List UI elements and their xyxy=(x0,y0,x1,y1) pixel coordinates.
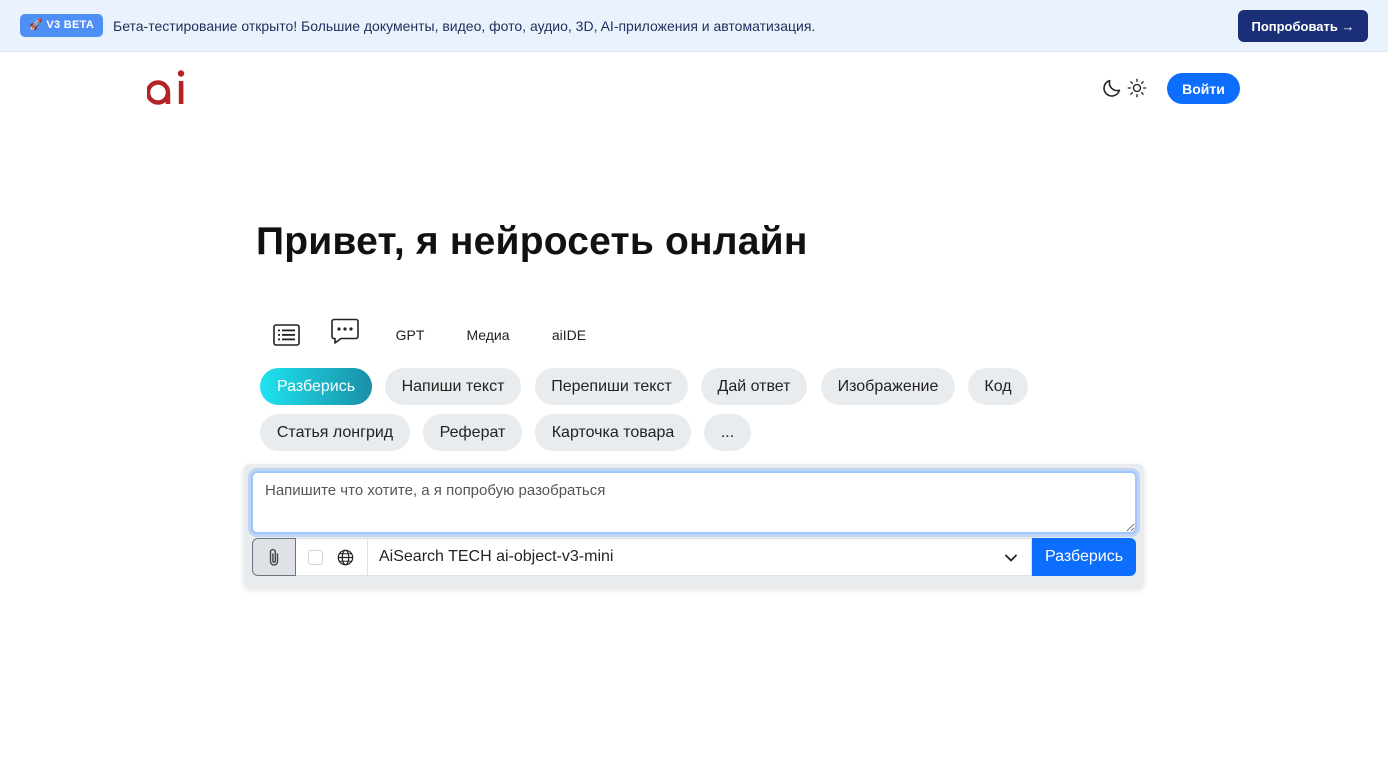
banner-text: Бета-тестирование открыто! Большие докум… xyxy=(113,18,816,34)
chat-bubble-icon xyxy=(331,318,359,344)
beta-banner: 🚀 V3 BETA Бета-тестирование открыто! Бол… xyxy=(0,0,1388,52)
globe-icon[interactable] xyxy=(337,549,354,566)
chip-referat[interactable]: Реферат xyxy=(423,414,522,451)
paperclip-icon xyxy=(269,548,279,566)
chip-izobrazhenie[interactable]: Изображение xyxy=(821,368,955,405)
model-select-value: AiSearch TECH ai-object-v3-mini xyxy=(379,548,614,565)
model-select[interactable]: AiSearch TECH ai-object-v3-mini xyxy=(367,538,1032,576)
tab-gpt[interactable]: GPT xyxy=(390,318,430,352)
tab-chat[interactable] xyxy=(329,314,361,348)
chip-dai-otvet[interactable]: Дай ответ xyxy=(701,368,807,405)
chip-kod[interactable]: Код xyxy=(968,368,1028,405)
tab-list[interactable] xyxy=(270,318,302,352)
login-button[interactable]: Войти xyxy=(1167,73,1240,104)
web-search-checkbox[interactable] xyxy=(308,550,323,565)
chip-more[interactable]: ... xyxy=(704,414,751,451)
tab-aiide[interactable]: aiIDE xyxy=(547,318,591,352)
chip-perepishi-tekst[interactable]: Перепиши текст xyxy=(535,368,688,405)
tab-media[interactable]: Медиа xyxy=(462,318,514,352)
web-search-toggle-group xyxy=(296,538,367,576)
beta-badge: 🚀 V3 BETA xyxy=(20,14,104,37)
chevron-down-icon xyxy=(1005,554,1017,562)
moon-icon[interactable] xyxy=(1101,77,1123,99)
logo[interactable] xyxy=(147,68,191,110)
try-button[interactable]: Попробовать → xyxy=(1238,10,1368,42)
chip-napishi-tekst[interactable]: Напиши текст xyxy=(385,368,521,405)
chip-razberis[interactable]: Разберись xyxy=(260,368,372,405)
chip-statya-longrid[interactable]: Статья лонгрид xyxy=(260,414,410,451)
submit-button[interactable]: Разберись xyxy=(1032,538,1136,576)
chip-kartochka-tovara[interactable]: Карточка товара xyxy=(535,414,691,451)
attach-button[interactable] xyxy=(252,538,296,576)
prompt-input[interactable] xyxy=(251,471,1137,534)
sun-icon[interactable] xyxy=(1127,78,1147,98)
page-title: Привет, я нейросеть онлайн xyxy=(256,220,808,263)
list-icon xyxy=(272,324,300,346)
